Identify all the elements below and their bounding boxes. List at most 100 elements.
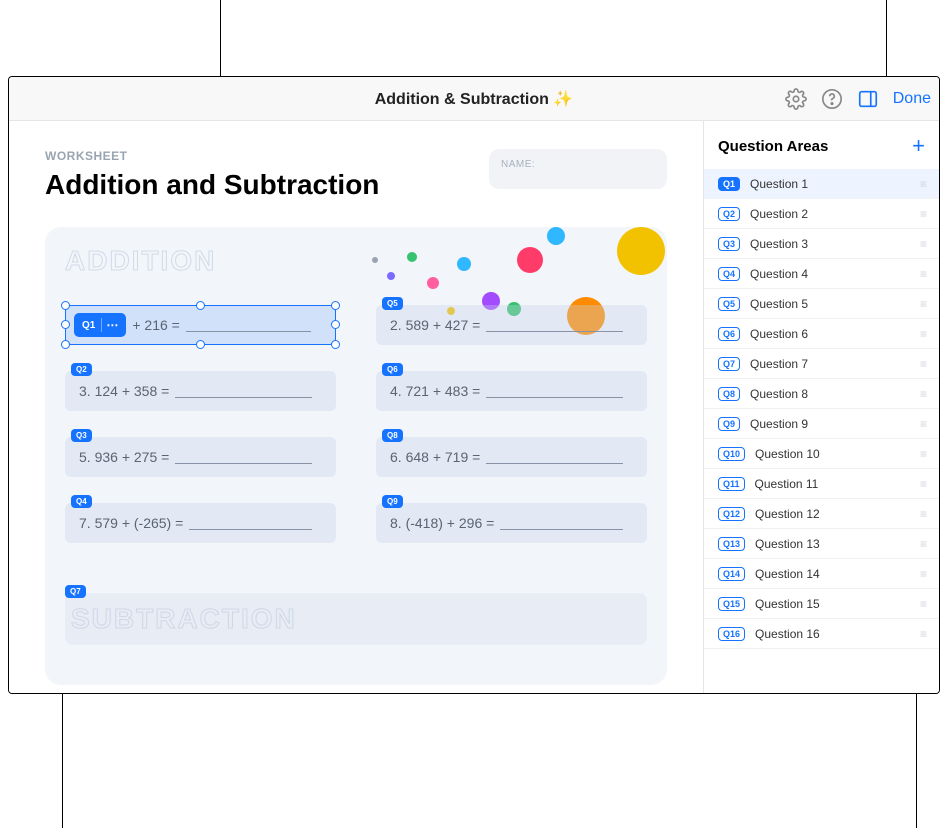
selection-handle[interactable] xyxy=(61,320,70,329)
drag-handle-icon[interactable]: ≡ xyxy=(920,567,925,581)
question-badge: Q16 xyxy=(718,627,745,641)
question-tag[interactable]: Q1 xyxy=(74,313,126,337)
drag-handle-icon[interactable]: ≡ xyxy=(920,297,925,311)
worksheet-canvas[interactable]: WORKSHEET Addition and Subtraction NAME:… xyxy=(9,121,703,693)
question-area-row[interactable]: Q10Question 10≡ xyxy=(704,439,939,469)
drag-handle-icon[interactable]: ≡ xyxy=(920,417,925,431)
question-area[interactable]: Q47. 579 + (-265) = xyxy=(65,503,336,543)
question-label: Question 9 xyxy=(750,417,910,431)
question-area[interactable]: Q64. 721 + 483 = xyxy=(376,371,647,411)
question-area-row[interactable]: Q8Question 8≡ xyxy=(704,379,939,409)
gear-icon[interactable] xyxy=(785,88,807,110)
drag-handle-icon[interactable]: ≡ xyxy=(920,447,925,461)
question-area-row[interactable]: Q2Question 2≡ xyxy=(704,199,939,229)
question-label: Question 16 xyxy=(755,627,910,641)
question-badge: Q7 xyxy=(718,357,740,371)
question-text: 2. 589 + 427 = xyxy=(390,317,480,333)
app-frame: Addition & Subtraction ✨ Done WORKSHEET … xyxy=(8,76,940,694)
question-text: + 216 = xyxy=(132,317,180,333)
answer-blank[interactable] xyxy=(486,331,623,332)
question-area-row[interactable]: Q4 Question 4 ≡ xyxy=(704,259,939,289)
question-area-row[interactable]: Q1Question 1≡ xyxy=(704,169,939,199)
selection-handle[interactable] xyxy=(331,301,340,310)
question-badge: Q2 xyxy=(718,207,740,221)
selection-handle[interactable] xyxy=(196,340,205,349)
callout-line xyxy=(62,694,63,828)
drag-handle-icon[interactable]: ≡ xyxy=(920,177,925,191)
question-text: 6. 648 + 719 = xyxy=(390,449,480,465)
answer-blank[interactable] xyxy=(189,529,312,530)
selection-handle[interactable] xyxy=(331,340,340,349)
question-area-row[interactable]: Q12 Question 12 ≡ xyxy=(704,499,939,529)
question-tag[interactable]: Q8 xyxy=(382,429,403,442)
question-area[interactable]: Q86. 648 + 719 = xyxy=(376,437,647,477)
question-badge: Q4 xyxy=(718,267,740,281)
question-tag[interactable]: Q9 xyxy=(382,495,403,508)
name-field[interactable]: NAME: xyxy=(489,149,667,189)
question-area-row[interactable]: Q6Question 6≡ xyxy=(704,319,939,349)
question-tag[interactable]: Q5 xyxy=(382,297,403,310)
question-areas-sidebar: Question Areas + Q1Question 1≡Q2Question… xyxy=(703,121,939,693)
question-label: Question 10 xyxy=(755,447,910,461)
answer-blank[interactable] xyxy=(186,331,311,332)
question-label: Question 12 xyxy=(755,507,910,521)
question-area-row[interactable]: Q5Question 5≡ xyxy=(704,289,939,319)
answer-blank[interactable] xyxy=(486,397,623,398)
question-badge: Q12 xyxy=(718,507,745,521)
drag-handle-icon[interactable]: ≡ xyxy=(920,477,925,491)
drag-handle-icon[interactable]: ≡ xyxy=(920,357,925,371)
drag-handle-icon[interactable]: ≡ xyxy=(920,207,925,221)
question-area-row[interactable]: Q3Question 3≡ xyxy=(704,229,939,259)
question-area[interactable]: Q35. 936 + 275 = xyxy=(65,437,336,477)
drag-handle-icon[interactable]: ≡ xyxy=(920,507,925,521)
sidebar-toggle-icon[interactable] xyxy=(857,88,879,110)
question-area[interactable]: Q52. 589 + 427 = xyxy=(376,305,647,345)
question-area-row[interactable]: Q7Question 7≡ xyxy=(704,349,939,379)
done-button[interactable]: Done xyxy=(893,90,931,108)
question-area-row[interactable]: Q9Question 9≡ xyxy=(704,409,939,439)
help-icon[interactable] xyxy=(821,88,843,110)
question-area[interactable]: Q23. 124 + 358 = xyxy=(65,371,336,411)
question-area-row[interactable]: Q13Question 13≡ xyxy=(704,529,939,559)
question-label: Question 6 xyxy=(750,327,910,341)
question-text: 3. 124 + 358 = xyxy=(79,383,169,399)
question-badge: Q11 xyxy=(718,477,745,491)
question-badge: Q8 xyxy=(718,387,740,401)
question-tag[interactable]: Q7 xyxy=(65,585,86,598)
drag-handle-icon[interactable]: ≡ xyxy=(920,267,925,281)
selection-handle[interactable] xyxy=(61,301,70,310)
question-area-row[interactable]: Q11 Question 11 ≡ xyxy=(704,469,939,499)
question-area-row[interactable]: Q16 Question 16 ≡ xyxy=(704,619,939,649)
question-area-row[interactable]: Q15Question 15≡ xyxy=(704,589,939,619)
answer-blank[interactable] xyxy=(500,529,623,530)
answer-blank[interactable] xyxy=(175,397,312,398)
selection-handle[interactable] xyxy=(61,340,70,349)
selection-handle[interactable] xyxy=(196,301,205,310)
answer-blank[interactable] xyxy=(175,463,312,464)
heading-subtraction: SUBTRACTION xyxy=(71,603,641,635)
drag-handle-icon[interactable]: ≡ xyxy=(920,597,925,611)
question-badge: Q3 xyxy=(718,237,740,251)
question-text: 4. 721 + 483 = xyxy=(390,383,480,399)
question-tag[interactable]: Q4 xyxy=(71,495,92,508)
question-tag[interactable]: Q3 xyxy=(71,429,92,442)
question-area[interactable]: Q1 + 216 = xyxy=(65,305,336,345)
question-area-row[interactable]: Q14Question 14≡ xyxy=(704,559,939,589)
question-label: Question 5 xyxy=(750,297,910,311)
question-label: Question 11 xyxy=(755,477,910,491)
drag-handle-icon[interactable]: ≡ xyxy=(920,387,925,401)
drag-handle-icon[interactable]: ≡ xyxy=(920,627,925,641)
document-title[interactable]: Addition & Subtraction ✨ xyxy=(375,89,574,109)
selection-handle[interactable] xyxy=(331,320,340,329)
question-label: Question 4 xyxy=(750,267,910,281)
add-question-area-button[interactable]: + xyxy=(912,133,925,159)
drag-handle-icon[interactable]: ≡ xyxy=(920,537,925,551)
answer-blank[interactable] xyxy=(486,463,623,464)
drag-handle-icon[interactable]: ≡ xyxy=(920,327,925,341)
drag-handle-icon[interactable]: ≡ xyxy=(920,237,925,251)
question-tag[interactable]: Q6 xyxy=(382,363,403,376)
question-tag[interactable]: Q2 xyxy=(71,363,92,376)
question-text: 7. 579 + (-265) = xyxy=(79,515,183,531)
callout-line xyxy=(916,694,917,828)
question-area[interactable]: Q98. (-418) + 296 = xyxy=(376,503,647,543)
